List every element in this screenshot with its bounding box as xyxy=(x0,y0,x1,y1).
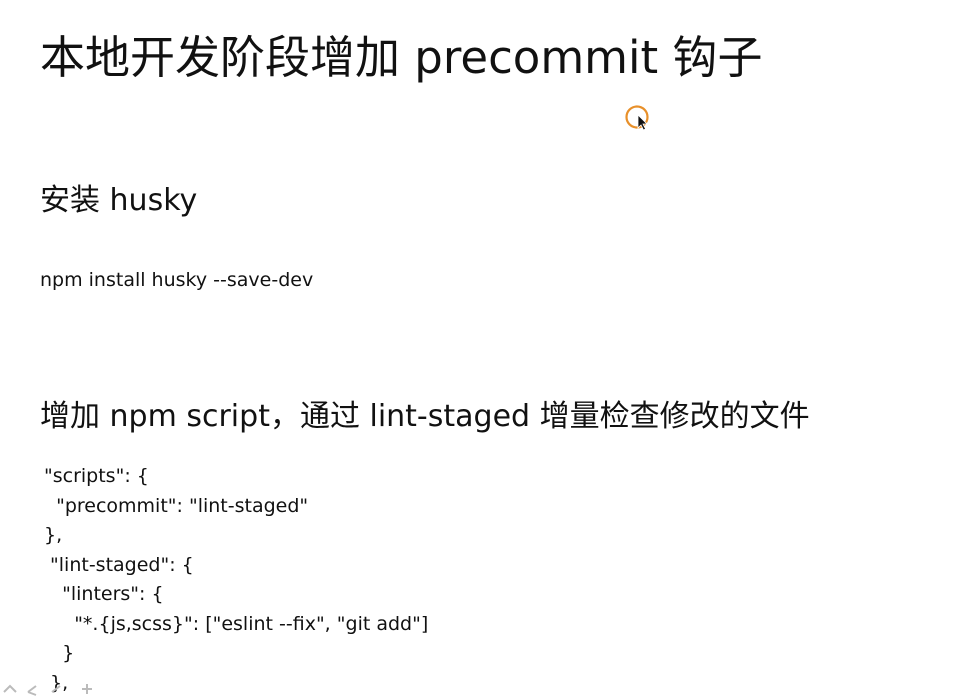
code-line: "lint-staged": { xyxy=(44,553,194,576)
slide-title: 本地开发阶段增加 precommit 钩子 xyxy=(40,31,763,84)
mouse-pointer-icon xyxy=(625,105,649,131)
install-command: npm install husky --save-dev xyxy=(40,269,314,291)
code-line: }, xyxy=(44,671,69,694)
code-line: "*.{js,scss}": ["eslint --fix", "git add… xyxy=(44,612,429,635)
script-heading: 增加 npm script，通过 lint-staged 增量检查修改的文件 xyxy=(40,399,810,434)
slide: 本地开发阶段增加 precommit 钩子 安装 husky npm insta… xyxy=(0,0,963,696)
code-line: "precommit": "lint-staged" xyxy=(44,494,309,517)
code-line: "scripts": { xyxy=(44,465,149,487)
code-line: } xyxy=(44,642,75,664)
install-heading: 安装 husky xyxy=(40,183,198,218)
code-line: }, xyxy=(44,524,63,546)
code-block: "scripts": { "precommit": "lint-staged" … xyxy=(44,462,428,696)
code-line: "linters": { xyxy=(44,583,164,605)
video-control-fragment-icon xyxy=(3,684,92,696)
